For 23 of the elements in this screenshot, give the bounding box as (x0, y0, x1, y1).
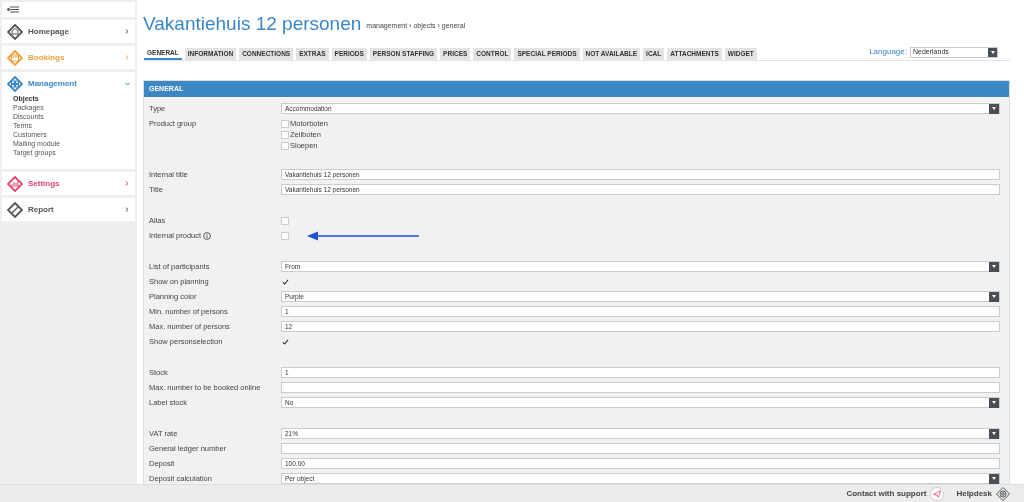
language-label: Language: (869, 46, 907, 58)
caret-icon (990, 50, 995, 54)
checkbox[interactable] (281, 337, 289, 346)
caret-icon (992, 295, 996, 298)
sidebar-item[interactable]: Settings (2, 172, 135, 195)
sidebar-item[interactable]: Report (2, 198, 135, 221)
caret-icon (992, 265, 996, 268)
caret-icon (992, 107, 996, 110)
caret-icon (992, 401, 996, 404)
contact-support-link[interactable]: Contact with support (846, 486, 945, 501)
lifebuoy-icon (996, 486, 1010, 501)
info-icon[interactable] (203, 231, 212, 240)
input-field[interactable] (281, 382, 1000, 393)
sidebar-item[interactable]: Homepage (2, 20, 135, 43)
sidebar-item[interactable]: Management (2, 72, 135, 95)
caret-icon (992, 432, 996, 435)
menu-icon[interactable] (7, 6, 19, 13)
caret-icon (992, 477, 996, 480)
helpdesk-link[interactable]: Helpdesk (956, 486, 1010, 501)
page-title: Vakantiehuis 12 personen (143, 14, 362, 33)
paper-plane-icon (930, 486, 945, 501)
checkbox[interactable] (281, 277, 289, 286)
input-field[interactable] (281, 443, 1000, 454)
